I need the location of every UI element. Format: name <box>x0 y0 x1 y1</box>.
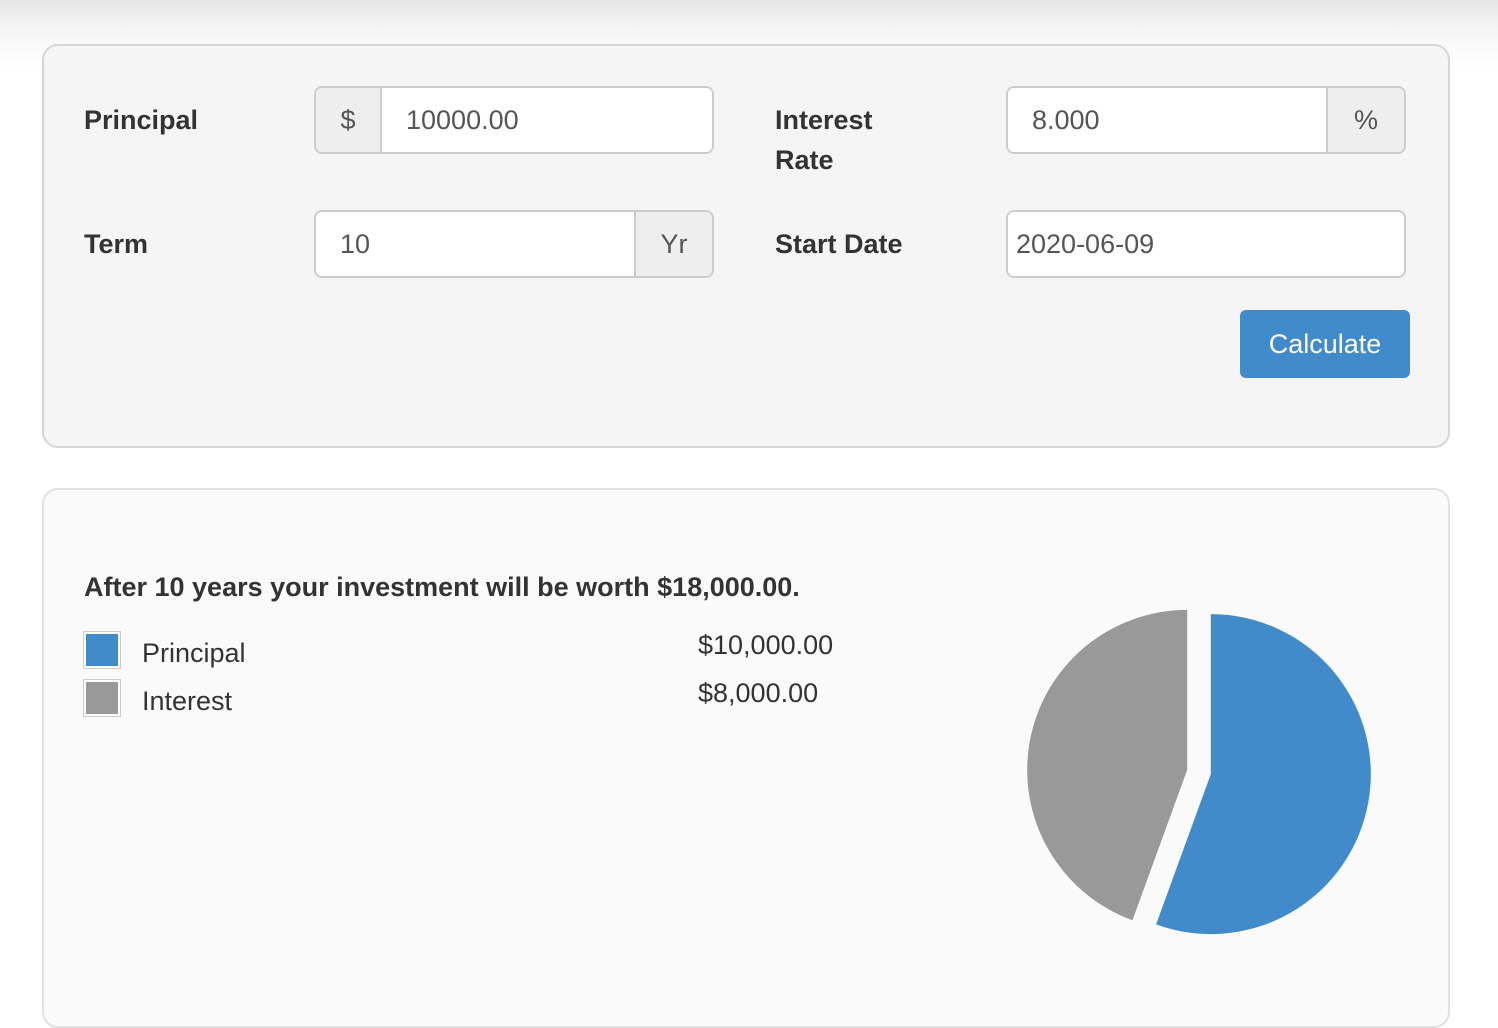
result-panel: After 10 years your investment will be w… <box>42 488 1450 1028</box>
percent-addon: % <box>1326 88 1404 152</box>
principal-input[interactable] <box>382 88 712 152</box>
interest-rate-input[interactable] <box>1008 88 1326 152</box>
principal-input-group: $ <box>314 86 714 154</box>
interest-rate-label-line1: Interest <box>775 105 873 135</box>
investment-form-panel: Principal $ Interest Rate % Term Yr Star… <box>42 44 1450 448</box>
term-input-group: Yr <box>314 210 714 278</box>
calculate-button[interactable]: Calculate <box>1240 310 1410 378</box>
term-input[interactable] <box>316 212 634 276</box>
dollar-addon: $ <box>316 88 382 152</box>
start-date-input[interactable] <box>1008 212 1404 276</box>
start-date-input-group <box>1006 210 1406 278</box>
pie-slice-interest <box>1027 609 1188 921</box>
start-date-label: Start Date <box>775 229 903 259</box>
interest-rate-label-line2: Rate <box>775 145 834 175</box>
years-addon: Yr <box>634 212 712 276</box>
pie-slice-principal <box>1156 614 1371 935</box>
term-label: Term <box>84 229 149 259</box>
principal-label: Principal <box>84 105 199 135</box>
investment-pie-chart <box>1027 609 1371 935</box>
interest-rate-label: Interest Rate <box>775 100 873 180</box>
interest-rate-input-group: % <box>1006 86 1406 154</box>
